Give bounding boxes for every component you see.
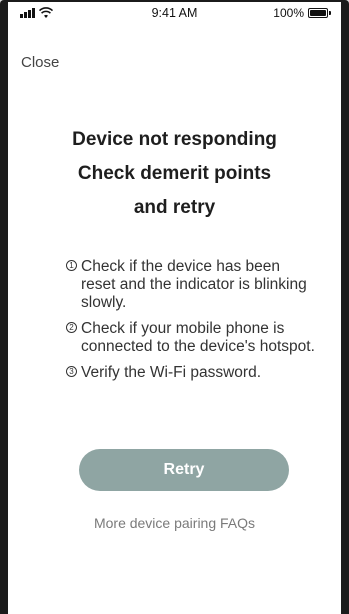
status-left [20, 7, 53, 19]
battery-icon [308, 8, 331, 18]
step-number-3-icon: 3 [66, 366, 77, 377]
error-title-line-1: Device not responding [72, 129, 277, 150]
error-title-line-3: and retry [133, 197, 216, 218]
status-right: 100% [273, 6, 331, 20]
step-number-2-icon: 2 [66, 322, 77, 333]
faq-link[interactable]: More device pairing FAQs [8, 515, 341, 531]
step-item: 3 Verify the Wi-Fi password. [66, 364, 317, 382]
close-button[interactable]: Close [21, 54, 59, 71]
error-message: Device not responding Check demerit poin… [8, 123, 341, 225]
cellular-signal-icon [20, 8, 35, 18]
step-item: 2 Check if your mobile phone is connecte… [66, 320, 317, 356]
retry-button[interactable]: Retry [79, 449, 289, 491]
phone-screen: 9:41 AM 100% Close Device not responding… [0, 0, 349, 614]
status-bar: 9:41 AM 100% [8, 2, 341, 24]
step-item: 1 Check if the device has been reset and… [66, 258, 317, 312]
error-title-line-2: Check demerit points [77, 163, 272, 184]
wifi-icon [39, 7, 53, 18]
step-text: Verify the Wi-Fi password. [81, 364, 262, 381]
step-text: Check if the device has been reset and t… [81, 258, 307, 311]
battery-percent: 100% [273, 6, 304, 20]
step-number-1-icon: 1 [66, 260, 77, 271]
step-text: Check if your mobile phone is connected … [81, 320, 315, 355]
troubleshooting-steps: 1 Check if the device has been reset and… [66, 258, 317, 390]
